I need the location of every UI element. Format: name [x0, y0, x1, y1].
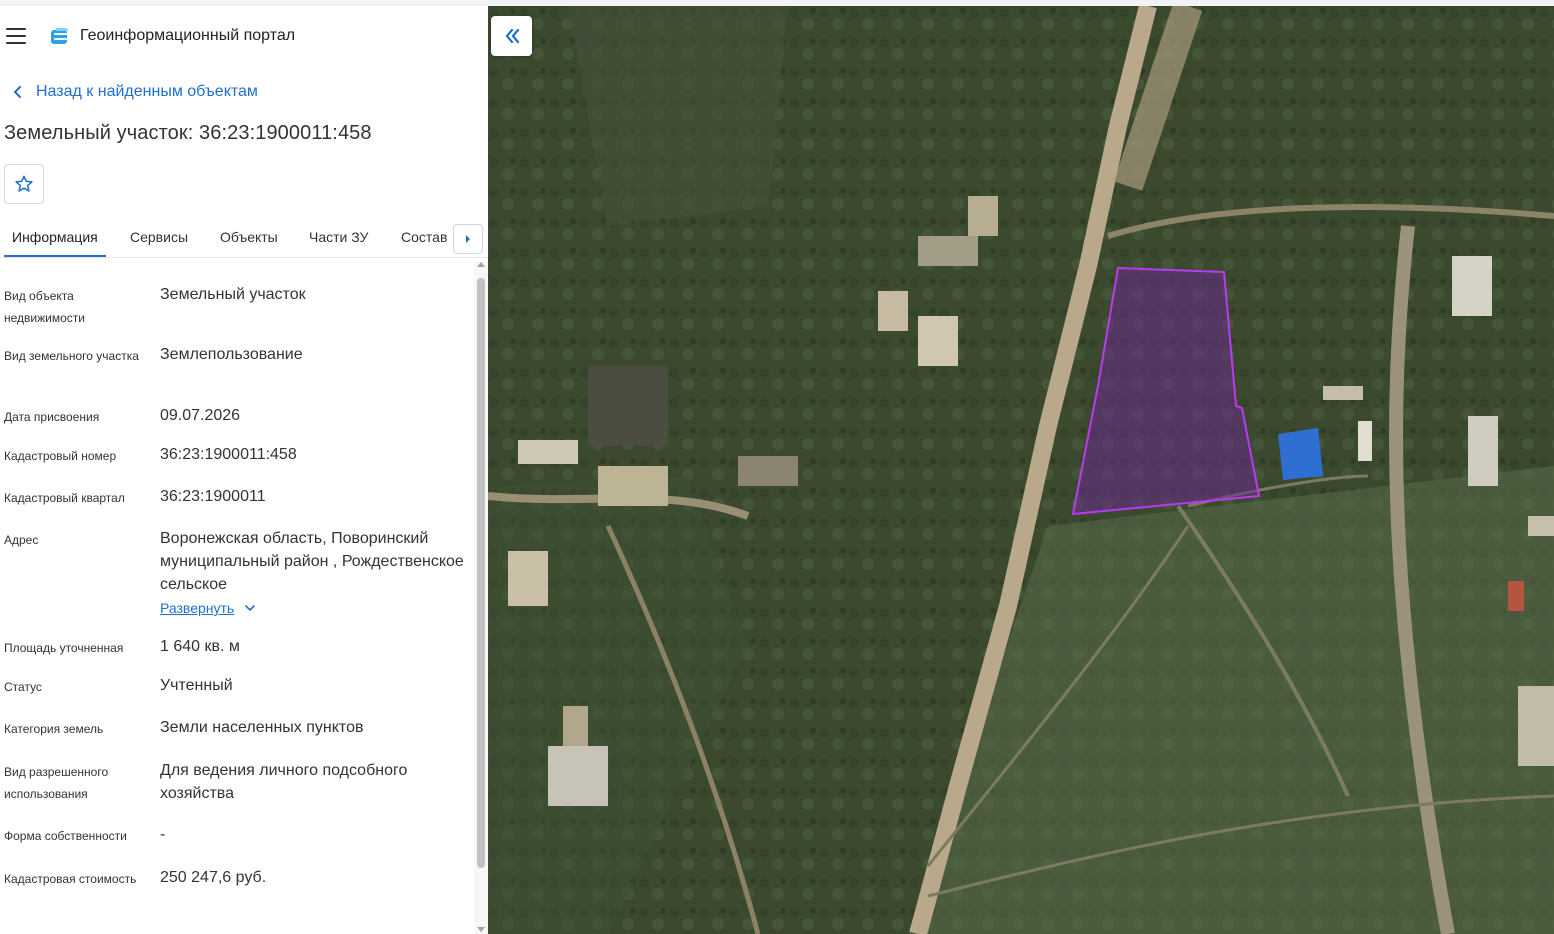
property-value: Землепользование	[160, 346, 303, 363]
properties-list: Вид объекта недвижимости Земельный участ…	[0, 258, 474, 934]
property-value: 250 247,6 руб.	[160, 869, 267, 886]
property-label: Вид разрешенного использования	[4, 765, 109, 801]
portal-title: Геоинформационный портал	[80, 27, 296, 44]
property-value: 1 640 кв. м	[160, 638, 240, 655]
address-expand-link[interactable]: Развернуть	[160, 600, 256, 616]
tab-parts[interactable]: Части ЗУ	[309, 229, 368, 245]
back-to-results-link[interactable]: Назад к найденным объектам	[8, 82, 258, 102]
menu-icon[interactable]	[6, 28, 26, 44]
property-label: Форма собственности	[4, 829, 127, 843]
scroll-up-arrow[interactable]	[477, 262, 485, 267]
properties-scrollbar[interactable]	[474, 262, 488, 934]
chevron-left-icon	[13, 86, 21, 98]
property-value: Земли населенных пунктов	[160, 719, 364, 736]
star-icon	[15, 175, 33, 192]
property-value: Воронежская область, Поворинский муницип…	[160, 530, 464, 593]
double-chevron-left-icon	[505, 28, 519, 44]
tab-composition[interactable]: Состав	[401, 229, 447, 245]
satellite-map[interactable]	[488, 6, 1554, 934]
property-value: Земельный участок	[160, 286, 306, 303]
scroll-thumb[interactable]	[477, 278, 485, 868]
active-tab-indicator	[4, 255, 106, 257]
app-header: Геоинформационный портал	[0, 6, 488, 64]
property-value: 36:23:1900011:458	[160, 446, 297, 463]
tabs-bar: Информация Сервисы Объекты Части ЗУ Сост…	[0, 220, 488, 258]
property-value: -	[160, 826, 166, 843]
satellite-imagery	[488, 6, 1554, 934]
property-label: Кадастровый квартал	[4, 491, 125, 505]
property-label: Кадастровый номер	[4, 449, 117, 463]
caret-right-icon	[466, 235, 470, 243]
property-value: Для ведения личного подсобного хозяйства	[160, 762, 408, 802]
favorite-button[interactable]	[4, 164, 44, 204]
property-label: Статус	[4, 680, 42, 694]
property-label: Кадастровая стоимость	[4, 872, 137, 886]
property-value: 09.07.2026	[160, 407, 241, 424]
tab-objects[interactable]: Объекты	[220, 229, 278, 245]
property-value: Учтенный	[160, 677, 233, 694]
scroll-down-arrow[interactable]	[477, 927, 485, 932]
property-label: Адрес	[4, 533, 39, 547]
property-label: Вид объекта недвижимости	[4, 289, 85, 325]
back-link-label: Назад к найденным объектам	[36, 83, 258, 100]
portal-logo-icon	[51, 28, 68, 44]
collapse-panel-button[interactable]	[491, 16, 532, 56]
info-panel: Геоинформационный портал Назад к найденн…	[0, 6, 488, 934]
property-label: Вид земельного участка	[4, 349, 139, 363]
tab-services[interactable]: Сервисы	[130, 229, 188, 245]
property-value: 36:23:1900011	[160, 488, 266, 505]
property-label: Дата присвоения	[4, 410, 100, 424]
property-label: Площадь уточненная	[4, 641, 124, 655]
chevron-down-icon	[245, 605, 256, 612]
tab-information[interactable]: Информация	[12, 229, 98, 245]
object-title: Земельный участок: 36:23:1900011:458	[4, 122, 372, 144]
tabs-scroll-right-button[interactable]	[453, 224, 483, 254]
property-label: Категория земель	[4, 722, 104, 736]
expand-label: Развернуть	[160, 600, 235, 616]
